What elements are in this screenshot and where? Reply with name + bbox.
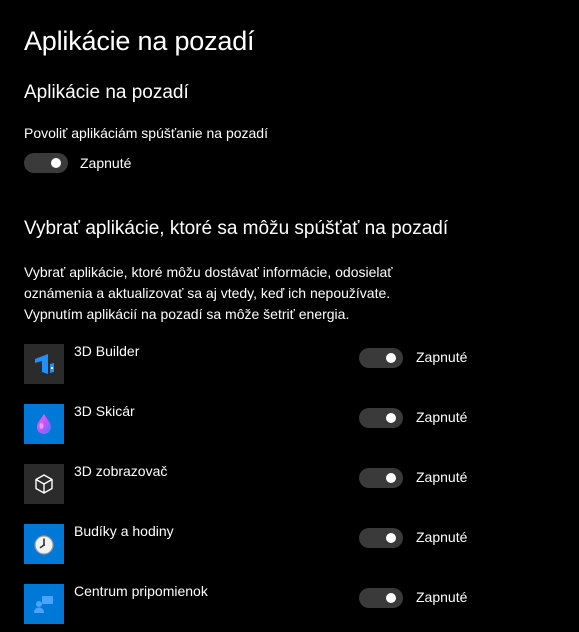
- choose-apps-section-title: Vybrať aplikácie, ktoré sa môžu spúšťať …: [24, 218, 449, 239]
- app-row-3d-viewer: 3D zobrazovač Zapnuté: [24, 463, 544, 504]
- app-toggle-feedback-hub[interactable]: [359, 588, 403, 608]
- paint-3d-icon: [24, 404, 64, 444]
- allow-background-label: Povoliť aplikáciám spúšťanie na pozadí: [24, 125, 268, 141]
- app-name: Centrum pripomienok: [74, 583, 208, 599]
- 3d-viewer-icon: [24, 464, 64, 504]
- toggle-knob: [386, 593, 396, 603]
- toggle-knob: [51, 158, 61, 168]
- app-row-3d-builder: 3D Builder Zapnuté: [24, 343, 544, 384]
- app-row-alarms-clock: Budíky a hodiny Zapnuté: [24, 523, 544, 564]
- allow-background-state: Zapnuté: [80, 155, 132, 171]
- description-line: Vypnutím aplikácií na pozadí sa môže šet…: [24, 306, 350, 322]
- toggle-knob: [386, 413, 396, 423]
- app-row-feedback-hub: Centrum pripomienok Zapnuté: [24, 583, 544, 624]
- background-apps-section-title: Aplikácie na pozadí: [24, 82, 189, 103]
- toggle-knob: [386, 473, 396, 483]
- app-row-paint-3d: 3D Skicár Zapnuté: [24, 403, 544, 444]
- app-toggle-alarms-clock[interactable]: [359, 528, 403, 548]
- app-name: 3D Skicár: [74, 403, 135, 419]
- app-toggle-state: Zapnuté: [416, 589, 468, 605]
- allow-background-toggle[interactable]: [24, 153, 68, 173]
- alarm-clock-icon: [24, 524, 64, 564]
- 3d-builder-icon: [24, 344, 64, 384]
- app-toggle-state: Zapnuté: [416, 529, 468, 545]
- app-name: 3D Builder: [74, 343, 140, 359]
- app-toggle-paint-3d[interactable]: [359, 408, 403, 428]
- page-title: Aplikácie na pozadí: [24, 26, 255, 56]
- choose-apps-description: Vybrať aplikácie, ktoré môžu dostávať in…: [24, 262, 564, 325]
- app-toggle-3d-viewer[interactable]: [359, 468, 403, 488]
- app-name: Budíky a hodiny: [74, 523, 174, 539]
- app-toggle-3d-builder[interactable]: [359, 348, 403, 368]
- app-toggle-state: Zapnuté: [416, 409, 468, 425]
- app-name: 3D zobrazovač: [74, 463, 168, 479]
- app-toggle-state: Zapnuté: [416, 349, 468, 365]
- toggle-knob: [386, 533, 396, 543]
- settings-page: Aplikácie na pozadí Aplikácie na pozadí …: [0, 0, 579, 632]
- description-line: oznámenia a aktualizovať sa aj vtedy, ke…: [24, 285, 391, 301]
- app-toggle-state: Zapnuté: [416, 469, 468, 485]
- description-line: Vybrať aplikácie, ktoré môžu dostávať in…: [24, 264, 393, 280]
- toggle-knob: [386, 353, 396, 363]
- feedback-hub-icon: [24, 584, 64, 624]
